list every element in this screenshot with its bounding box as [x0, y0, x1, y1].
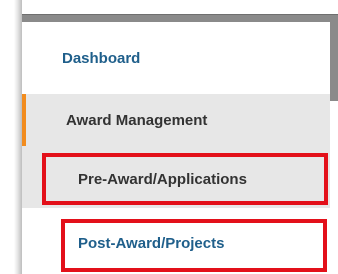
sidebar-item-dashboard[interactable]: Dashboard [22, 22, 330, 94]
sidebar-subitem-label: Pre-Award/Applications [78, 170, 247, 188]
screenshot-frame: Dashboard Award Management Pre-Award/App… [0, 0, 338, 274]
sidebar-subitem-pre-award-applications[interactable]: Pre-Award/Applications [22, 146, 330, 208]
left-edge-shadow [0, 0, 22, 274]
sidebar-item-label: Award Management [66, 111, 208, 129]
sidebar-nav: Dashboard Award Management Pre-Award/App… [22, 22, 330, 274]
sidebar-subitem-post-award-projects[interactable]: Post-Award/Projects [22, 208, 330, 274]
sidebar-item-label: Dashboard [62, 49, 141, 67]
sidebar-subitem-label: Post-Award/Projects [78, 234, 225, 252]
sidebar-item-award-management[interactable]: Award Management [22, 94, 330, 146]
